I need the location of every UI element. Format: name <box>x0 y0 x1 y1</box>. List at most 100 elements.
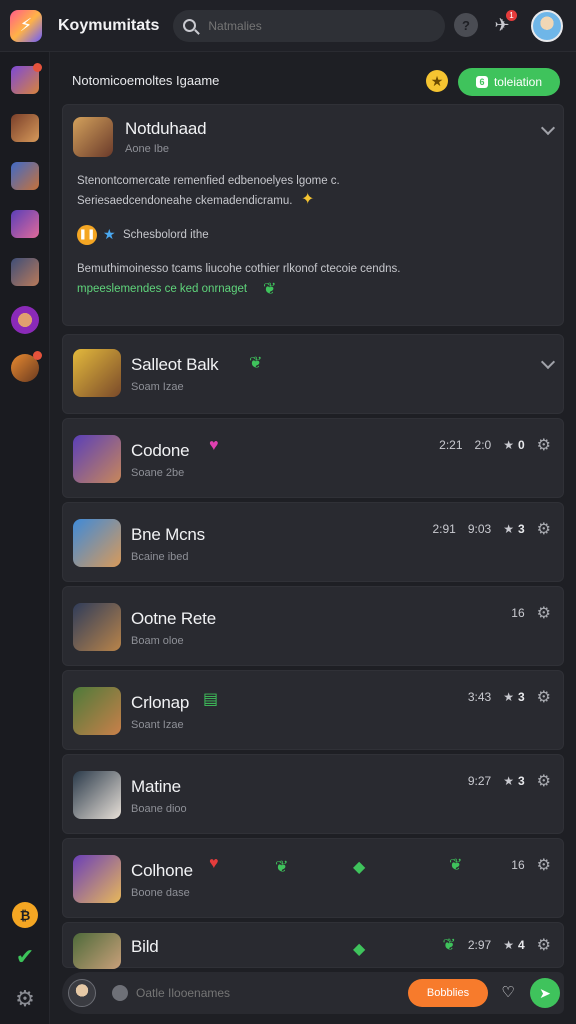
star-icon: ★ <box>503 774 514 788</box>
gear-icon[interactable]: ⚙ <box>537 435 551 455</box>
stat-value: 16 <box>511 858 525 872</box>
game-name: Matine <box>131 777 181 796</box>
gear-icon[interactable]: ⚙ <box>537 687 551 707</box>
gear-icon[interactable]: ⚙ <box>537 603 551 623</box>
heart-icon[interactable]: ♡ <box>498 983 518 1003</box>
header-action-button[interactable]: 6 toleiation <box>458 68 560 96</box>
stat-value: 9:27 <box>467 774 492 788</box>
main-panel: Notomicoemoltes Igaame ★ 6 toleiation No… <box>62 58 564 969</box>
featured-tag-label: Schesbolord ithe <box>123 229 209 241</box>
game-stats: 2:21 2:0 ★ 0 ⚙ <box>439 435 551 455</box>
game-name: Crlonap <box>131 693 190 712</box>
help-icon[interactable]: ? <box>454 13 478 37</box>
game-icon <box>73 603 121 651</box>
game-card[interactable]: Bild ◆ ❦ 2:97 ★ 4 ⚙ <box>62 922 564 969</box>
game-sub: Soam Izae <box>131 381 184 393</box>
game-card[interactable]: Matine Boane dioo 9:27 ★ 3 ⚙ <box>62 754 564 834</box>
game-icon <box>73 435 121 483</box>
featured-sub: Aone Ibe <box>125 143 170 155</box>
game-name: Colhone <box>131 861 193 880</box>
sidebar-game-5[interactable] <box>11 258 39 286</box>
spark-icon: ✦ <box>301 191 315 208</box>
featured-card[interactable]: Notduhaad Aone Ibe Stenontcomercate reme… <box>62 104 564 326</box>
chat-icon: ▤ <box>203 691 219 708</box>
sidebar-game-7[interactable] <box>11 351 42 382</box>
game-stats: 2:91 9:03 ★ 3 ⚙ <box>432 519 551 539</box>
stat-value: 2:21 <box>439 438 463 452</box>
game-card[interactable]: Crlonap Soant Izae ▤ 3:43 ★ 3 ⚙ <box>62 670 564 750</box>
stat-value: 16 <box>511 606 525 620</box>
notification-count-badge: 1 <box>506 10 517 21</box>
game-card[interactable]: Bne Mcns Bcaine ibed 2:91 9:03 ★ 3 ⚙ <box>62 502 564 582</box>
gear-icon[interactable]: ⚙ <box>537 935 551 955</box>
gear-icon[interactable]: ⚙ <box>537 855 551 875</box>
featured-name: Notduhaad <box>125 119 207 138</box>
leaf-icon: ❦ <box>275 859 289 876</box>
game-icon <box>73 687 121 735</box>
chevron-down-icon[interactable] <box>540 120 556 136</box>
game-name: Ootne Rete <box>131 609 216 628</box>
leaf-icon: ❦ <box>449 857 463 874</box>
sidebar-game-6[interactable] <box>11 306 39 334</box>
stat-value: 2:97 <box>467 938 492 952</box>
star-value: 3 <box>517 774 525 788</box>
game-card[interactable]: Codone Soane 2be ♥ 2:21 2:0 ★ 0 ⚙ <box>62 418 564 498</box>
tag-star-icon: ★ <box>103 226 116 242</box>
gem-icon: ♥ <box>209 437 219 454</box>
top-bar: ⚡ Koymumitats ? ✈ 1 <box>0 0 576 52</box>
game-card[interactable]: Ootne Rete Boam oloe 16 ⚙ <box>62 586 564 666</box>
check-icon[interactable]: ✔ <box>12 944 38 970</box>
sidebar-game-1[interactable] <box>11 63 42 94</box>
leaf-icon: ❦ <box>442 937 456 954</box>
game-icon <box>73 933 121 969</box>
game-name: Bne Mcns <box>131 525 205 544</box>
app-title: Koymumitats <box>58 16 160 34</box>
stat-value: 9:03 <box>467 522 492 536</box>
featured-link[interactable]: mpeeslemendes ce ked onrnaget <box>77 283 247 295</box>
sidebar-game-3[interactable] <box>11 162 39 190</box>
button-leaf-icon: 6 <box>475 76 488 88</box>
game-stats: ❦ 2:97 ★ 4 ⚙ <box>442 935 551 955</box>
coin-icon[interactable]: ₿ <box>12 902 38 928</box>
game-icon <box>73 519 121 567</box>
heart-icon: ♥ <box>209 855 219 872</box>
game-name: Codone <box>131 441 190 460</box>
stat-value: 2:0 <box>474 438 492 452</box>
bobblies-button[interactable]: Bobblies <box>408 979 488 1007</box>
sidebar-game-2[interactable] <box>11 114 39 142</box>
notification-bell-icon[interactable]: ✈ 1 <box>490 10 517 37</box>
game-icon <box>73 855 121 903</box>
compose-bar: Bobblies ♡ ➤ <box>62 972 564 1014</box>
gear-icon[interactable]: ⚙ <box>537 519 551 539</box>
send-icon[interactable]: ➤ <box>530 978 560 1008</box>
settings-gear-icon[interactable]: ⚙ <box>12 986 38 1012</box>
search-box[interactable] <box>173 9 446 42</box>
search-icon <box>183 19 197 32</box>
app-logo-icon[interactable]: ⚡ <box>10 9 42 42</box>
compose-avatar[interactable] <box>68 979 96 1007</box>
gear-icon[interactable]: ⚙ <box>537 771 551 791</box>
game-stats: 16 ⚙ <box>511 603 551 623</box>
game-sub: Boam oloe <box>131 635 184 647</box>
game-stats: 3:43 ★ 3 ⚙ <box>468 687 551 707</box>
compose-input[interactable] <box>136 986 386 1000</box>
game-sub: Soane 2be <box>131 467 185 479</box>
game-card[interactable]: Salleot Balk Soam Izae ❦ <box>62 334 564 414</box>
search-input[interactable] <box>208 18 429 33</box>
globe-icon[interactable] <box>112 985 128 1001</box>
game-sub: Soant Izae <box>131 719 184 731</box>
header-action-label: toleiation <box>493 75 543 89</box>
star-icon: ★ <box>503 938 514 952</box>
star-icon: ★ <box>503 522 514 536</box>
stat-value: 3:43 <box>467 690 492 704</box>
star-badge-icon[interactable]: ★ <box>426 70 448 92</box>
game-sub: Bcaine ibed <box>131 551 189 563</box>
chevron-down-icon[interactable] <box>540 354 556 370</box>
game-icon <box>73 349 121 397</box>
featured-game-icon <box>73 117 113 157</box>
game-stats: 16 ⚙ <box>511 855 551 875</box>
game-card[interactable]: Colhone Boone dase ♥ ❦ ◆ ❦ 16 ⚙ <box>62 838 564 918</box>
sidebar-game-4[interactable] <box>11 210 39 238</box>
user-avatar[interactable] <box>531 10 563 42</box>
star-icon: ★ <box>503 438 514 452</box>
